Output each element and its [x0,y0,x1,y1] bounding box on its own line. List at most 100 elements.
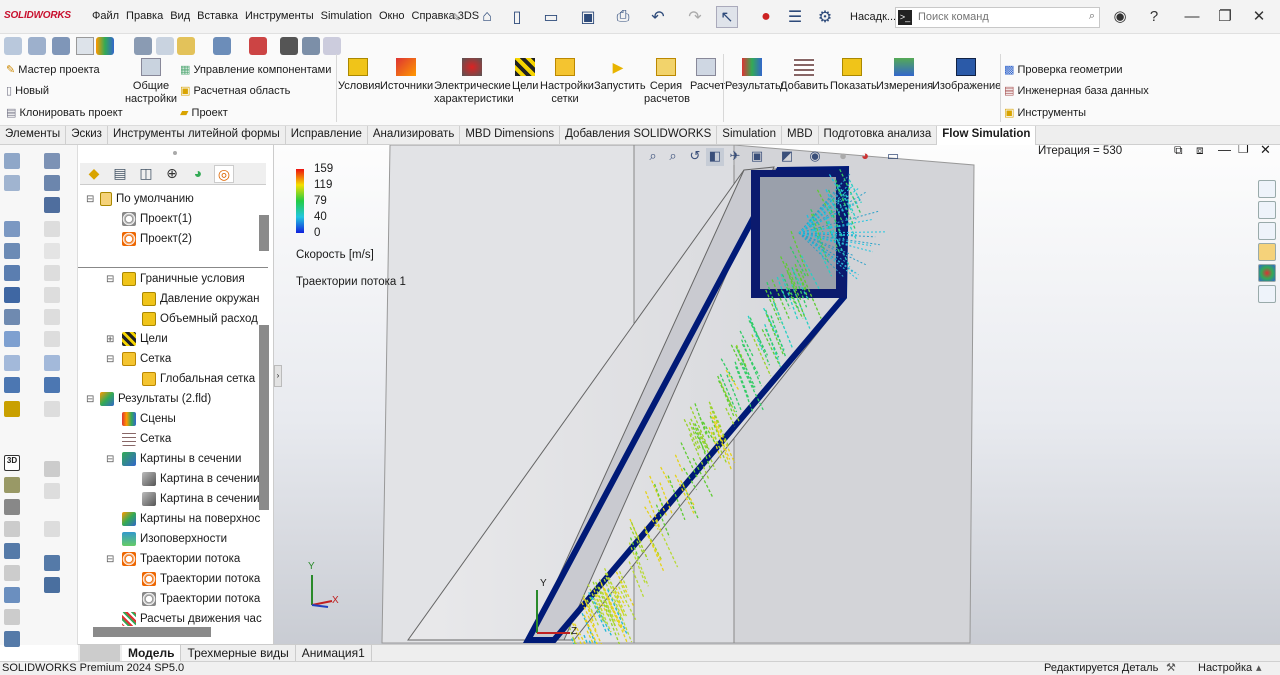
tree-horizontal-scrollbar[interactable] [93,627,211,637]
tool-icon-7[interactable] [323,37,341,55]
zoom-area-icon[interactable]: ⌕ [664,148,682,166]
split-icon[interactable] [4,377,20,393]
tree-scrollbar[interactable] [259,325,269,510]
file-explorer-icon[interactable] [1258,222,1276,240]
curves-icon[interactable] [4,355,20,371]
weld-icon[interactable] [4,477,20,493]
feature-icon-1[interactable] [4,37,22,55]
tree-node-cut-plot-2[interactable]: Картина в сечении [142,492,260,506]
image-button[interactable]: Изображение [932,58,1001,93]
tools-button[interactable]: ▣ Инструменты [1004,106,1086,119]
configmanager-tab-icon[interactable]: ◫ [136,165,156,183]
traffic-light-icon[interactable]: ● [755,6,777,28]
dynamic-annotation-icon[interactable]: ✈ [726,148,744,166]
3d-sketch-icon[interactable]: 3D [4,455,20,471]
pin-icon[interactable]: ✎ [445,6,467,28]
edit-appearance-icon[interactable]: ● [834,148,852,166]
add-button[interactable]: Добавить [780,58,829,93]
batch-run-button[interactable]: Серия расчетов [644,58,690,106]
sheetmetal-icon[interactable] [44,577,60,593]
results-button[interactable]: Результаты [725,58,783,93]
tree-node-results-mesh[interactable]: Сетка [122,432,171,446]
revolve-icon[interactable] [4,175,20,191]
goals-button[interactable]: Цели [512,58,538,93]
search-commands[interactable]: >_ ⌕ [895,7,1100,28]
computational-domain-button[interactable]: ▣ Расчетная область [180,84,290,97]
tool-icon-6[interactable] [302,37,320,55]
tree-node-project-2[interactable]: Проект(2) [122,232,192,246]
search-icon[interactable]: ⌕ [1089,10,1095,23]
tree-node-mesh[interactable]: Сетка [122,352,171,366]
expand-icon[interactable]: ⊞ [106,334,114,345]
flatten-icon[interactable] [44,555,60,571]
menu-file[interactable]: Файл [92,10,119,22]
scene-icon[interactable]: ◕ [856,148,874,166]
tab-mbd[interactable]: MBD [782,126,819,145]
tree-node-results[interactable]: Результаты (2.fld) [100,392,211,406]
fastener-icon[interactable] [4,499,20,515]
tree-node-flow-trajectory-2[interactable]: Траектории потока [142,592,260,606]
tab-sketch[interactable]: Эскиз [66,126,108,145]
dome-icon[interactable] [44,309,60,325]
menu-tools[interactable]: Инструменты [245,10,314,22]
tool-icon-5[interactable] [249,37,267,55]
viewport-split-icon[interactable]: ⧈ [1196,145,1204,158]
tab-mold-tools[interactable]: Инструменты литейной формы [108,126,286,145]
search-input[interactable] [918,11,1068,23]
flow-simulation-tab-icon[interactable]: ◎ [214,165,234,183]
file-properties-icon[interactable]: ☰ [784,6,806,28]
tree-icon[interactable] [76,37,94,55]
new-document-icon[interactable]: ▯ [506,6,528,28]
tree-node-global-mesh[interactable]: Глобальная сетка [142,372,255,386]
move-icon[interactable] [44,401,60,417]
redo-icon[interactable]: ↷ [684,6,706,28]
view-orientation-icon[interactable]: ▣ [748,148,766,166]
tool-icon-3[interactable] [177,37,195,55]
tab-animation[interactable]: Анимация1 [296,645,372,661]
tree-node-default[interactable]: По умолчанию [100,192,194,206]
wizard-button[interactable]: ✎ Мастер проекта [6,63,100,76]
tree-node-cut-plots[interactable]: Картины в сечении [122,452,241,466]
mold-icon[interactable] [4,587,20,603]
dimxpert-tab-icon[interactable]: ⊕ [162,165,182,183]
viewport-link-icon[interactable]: ⧉ [1174,145,1183,158]
status-dropdown-icon[interactable]: ▴ [1256,661,1262,674]
menu-insert[interactable]: Вставка [197,10,238,22]
tab-simulation[interactable]: Simulation [717,126,782,145]
clone-project-button[interactable]: ▤ Клонировать проект [6,106,123,119]
view-settings-icon[interactable]: ▭ [884,148,902,166]
menu-view[interactable]: Вид [170,10,190,22]
viewport-restore-button[interactable]: ❐ [1238,145,1249,156]
featuremanager-tab-icon[interactable]: ◆ [84,165,104,183]
viewport-minimize-button[interactable]: — [1218,145,1231,157]
collapse-icon[interactable]: ⊟ [106,354,114,365]
minimize-button[interactable]: — [1180,6,1204,28]
flow-sim-icon[interactable] [96,37,114,55]
project-button[interactable]: ▰ Проект [180,106,228,119]
hole-icon[interactable] [4,309,20,325]
appearances-icon[interactable] [1258,264,1276,282]
tree-node-goals[interactable]: Цели [122,332,168,346]
boundary-boss-icon[interactable] [4,287,20,303]
tree-node-volume-flow[interactable]: Объемный расход [142,312,258,326]
menu-window[interactable]: Окно [379,10,405,22]
display-style-icon[interactable]: ◩ [778,148,796,166]
tool-icon-1[interactable] [134,37,152,55]
extrude-icon[interactable] [4,153,20,169]
tree-node-flow-trajectory-1[interactable]: Траектории потока [142,572,260,586]
section-view-icon[interactable]: ◧ [706,148,724,166]
open-icon[interactable]: ▭ [540,6,562,28]
tab-features[interactable]: Элементы [0,126,67,145]
tool-icon-4[interactable] [213,37,231,55]
solidworks-logo[interactable]: SOLIDWORKS [4,10,71,21]
feature-icon-3[interactable] [52,37,70,55]
mesh-settings-button[interactable]: Настройки сетки [540,58,594,106]
panel-collapse-handle[interactable]: › [274,365,282,387]
run-button[interactable]: ▶ Запустить [594,58,646,93]
general-settings-button[interactable]: Общие настройки [124,58,178,106]
tree-node-ambient-pressure[interactable]: Давление окружан [142,292,260,306]
tab-analysis-prep[interactable]: Подготовка анализа [819,126,938,145]
account-icon[interactable]: ◉ [1108,6,1132,28]
close-button[interactable]: ✕ [1247,6,1271,28]
tab-3d-views[interactable]: Трехмерные виды [181,645,296,661]
